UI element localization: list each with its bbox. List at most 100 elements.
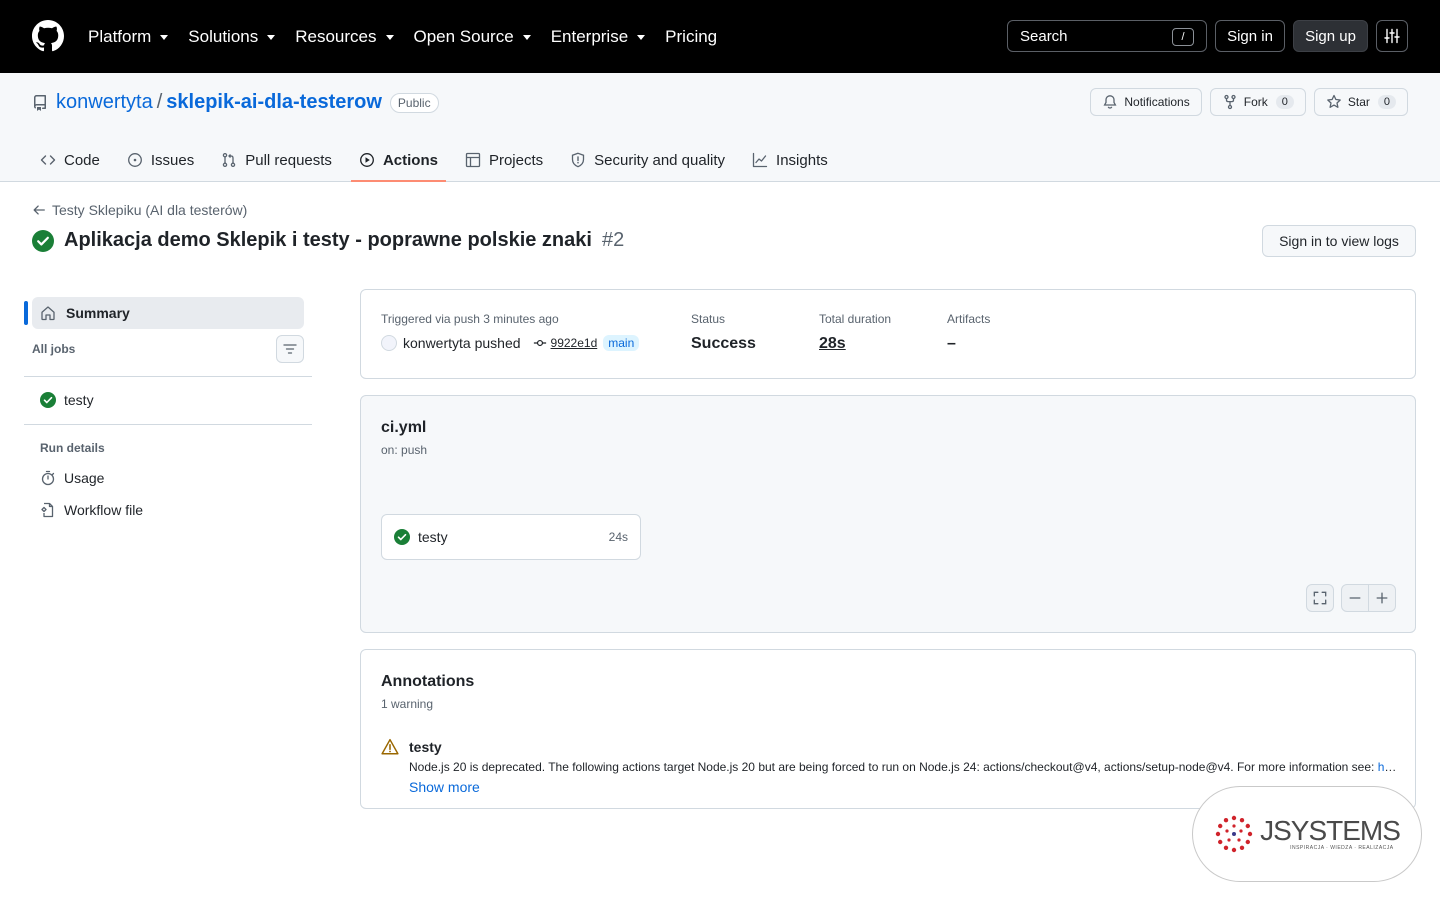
arrow-left-icon	[33, 205, 45, 215]
job-duration: 24s	[608, 530, 628, 544]
notifications-label: Notifications	[1124, 95, 1190, 109]
zoom-in-button[interactable]	[1368, 584, 1396, 612]
sign-in-button[interactable]: Sign in	[1215, 20, 1285, 52]
tab-issues[interactable]: Issues	[119, 138, 202, 182]
filter-jobs-button[interactable]	[276, 335, 304, 363]
duration-link[interactable]: 28s	[819, 335, 891, 353]
nav-enterprise[interactable]: Enterprise	[551, 27, 646, 47]
graph-icon	[752, 152, 768, 168]
repo-name-link[interactable]: sklepik-ai-dla-testerow	[166, 91, 382, 114]
bell-icon	[1103, 95, 1117, 109]
brand-tagline: INSPIRACJA · WIEDZA · REALIZACJA	[1290, 845, 1394, 851]
zoom-out-button[interactable]	[1341, 584, 1369, 612]
nav-solutions[interactable]: Solutions	[188, 26, 276, 47]
repo-owner-link[interactable]: konwertyta	[56, 91, 153, 114]
nav-label: Open Source	[413, 26, 514, 46]
plus-icon	[1376, 592, 1388, 604]
chevron-down-icon	[522, 35, 531, 40]
sliders-icon	[1384, 28, 1400, 44]
repo-separator: /	[156, 91, 163, 113]
sidebar-item-label: Workflow file	[64, 502, 144, 518]
repo-tabs: Code Issues Pull requests Actions Projec…	[32, 138, 847, 182]
filter-icon	[283, 344, 297, 354]
sidebar-item-label: testy	[64, 392, 94, 408]
chevron-down-icon	[637, 35, 646, 40]
job-name: testy	[418, 529, 448, 545]
sidebar-item-workflow-file[interactable]: Workflow file	[40, 502, 143, 518]
branch-badge[interactable]: main	[603, 335, 640, 351]
github-logo-icon[interactable]	[32, 20, 64, 52]
sidebar-item-label: Usage	[64, 470, 105, 486]
search-button[interactable]: Search /	[1007, 20, 1207, 52]
artifacts-value: –	[947, 335, 956, 352]
active-indicator	[24, 301, 28, 325]
commit-link[interactable]: 9922e1d	[533, 336, 598, 350]
global-header: Platform Solutions Resources Open Source…	[0, 0, 1440, 73]
visibility-badge: Public	[389, 92, 439, 113]
nav-resources[interactable]: Resources	[295, 27, 394, 47]
annotation-link[interactable]: https://github.blog/changelog/2025-09-19…	[1378, 760, 1397, 774]
run-title-text: Aplikacja demo Sklepik i testy - poprawn…	[64, 229, 592, 251]
nav-platform[interactable]: Platform	[88, 26, 169, 47]
artifacts-column: Artifacts –	[947, 312, 990, 353]
nav-label: Platform	[88, 26, 152, 46]
run-details-heading: Run details	[40, 441, 105, 455]
tab-security-and-quality[interactable]: Security and quality	[562, 138, 733, 182]
tab-label: Issues	[150, 151, 195, 169]
tab-label: Pull requests	[245, 151, 332, 169]
issue-icon	[127, 153, 142, 167]
show-more-button[interactable]: Show more	[409, 779, 480, 795]
nav-label: Solutions	[188, 26, 259, 46]
settings-menu-button[interactable]	[1376, 20, 1408, 52]
fork-icon	[1224, 94, 1236, 110]
fullscreen-button[interactable]	[1306, 584, 1334, 612]
sidebar-item-summary[interactable]: Summary	[32, 297, 304, 329]
duration-column: Total duration 28s	[819, 312, 891, 353]
star-count: 0	[1377, 95, 1396, 109]
shield-icon	[571, 152, 585, 168]
sidebar-item-job-testy[interactable]: testy	[40, 392, 94, 408]
nav-pricing[interactable]: Pricing	[665, 27, 717, 47]
tab-actions[interactable]: Actions	[350, 138, 446, 182]
sign-in-to-view-logs-button[interactable]: Sign in to view logs	[1262, 225, 1416, 257]
check-circle-fill-icon	[40, 392, 56, 408]
tab-pull-requests[interactable]: Pull requests	[213, 138, 340, 182]
actor-text: konwertyta pushed	[403, 335, 521, 351]
duration-label: Total duration	[819, 312, 892, 326]
fork-label: Fork	[1243, 95, 1268, 109]
commit-sha: 9922e1d	[550, 336, 598, 350]
tab-insights[interactable]: Insights	[744, 138, 836, 182]
minus-icon	[1349, 597, 1361, 599]
repo-actions: Notifications Fork 0 Star 0	[1090, 88, 1408, 116]
repository-header: konwertyta / sklepik-ai-dla-testerow Pub…	[0, 73, 1440, 182]
fork-button[interactable]: Fork 0	[1209, 88, 1306, 116]
nav-open-source[interactable]: Open Source	[414, 27, 531, 47]
annotation-message-text: Node.js 20 is deprecated. The following …	[409, 760, 1378, 774]
tab-projects[interactable]: Projects	[457, 138, 551, 182]
artifacts-label: Artifacts	[947, 312, 991, 326]
tab-label: Projects	[488, 151, 544, 169]
chevron-down-icon	[267, 35, 276, 40]
star-button[interactable]: Star 0	[1313, 88, 1408, 116]
workflow-trigger: on: push	[381, 443, 428, 457]
notifications-button[interactable]: Notifications	[1090, 88, 1202, 116]
nav-label: Pricing	[665, 26, 718, 46]
run-title: Aplikacja demo Sklepik i testy - poprawn…	[32, 229, 624, 252]
chevron-down-icon	[385, 35, 394, 40]
tab-label: Insights	[776, 151, 828, 169]
fork-count: 0	[1275, 95, 1294, 109]
search-shortcut-key: /	[1172, 28, 1194, 46]
stopwatch-icon	[41, 470, 55, 486]
job-card-testy[interactable]: testy 24s	[381, 514, 641, 560]
sidebar-item-usage[interactable]: Usage	[40, 470, 104, 486]
status-column: Status Success	[691, 312, 756, 353]
trigger-column: Triggered via push 3 minutes ago konwert…	[381, 312, 640, 351]
annotations-count: 1 warning	[381, 697, 434, 711]
code-icon	[40, 155, 56, 165]
workflow-back-link[interactable]: Testy Sklepiku (AI dla testerów)	[32, 202, 247, 218]
run-summary-panel: Triggered via push 3 minutes ago konwert…	[360, 289, 1416, 379]
tab-label: Security and quality	[594, 151, 726, 169]
tab-code[interactable]: Code	[32, 138, 108, 182]
sign-up-button[interactable]: Sign up	[1293, 20, 1368, 52]
tab-label: Code	[64, 151, 100, 169]
